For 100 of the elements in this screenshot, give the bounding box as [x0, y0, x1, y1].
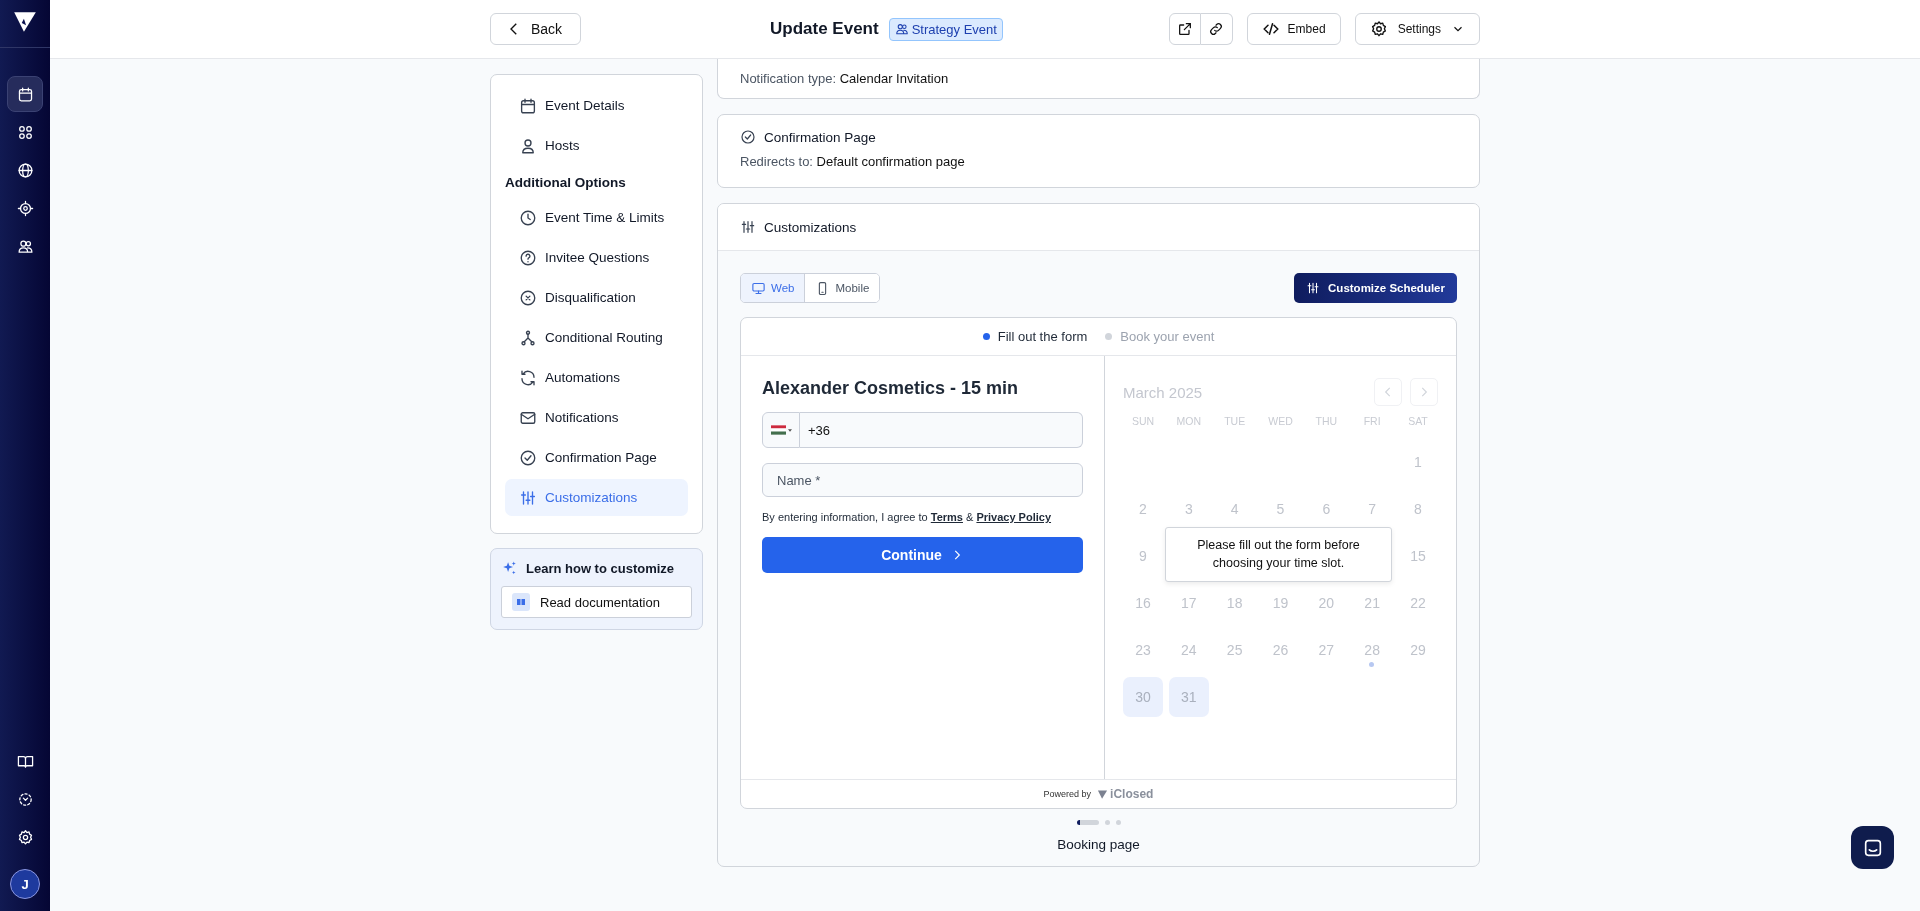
calendar-day: 1: [1397, 442, 1438, 482]
step-label: Book your event: [1120, 329, 1215, 344]
menu-item[interactable]: Notifications: [505, 399, 688, 436]
section-heading: Additional Options: [505, 174, 627, 192]
scan-icon: [16, 790, 34, 808]
consent-text: By entering information, I agree to Terms & Privacy Policy: [762, 511, 1053, 523]
sliders-icon: [1306, 281, 1321, 295]
calendar-day: 15: [1397, 536, 1438, 576]
flag-icon: [770, 425, 786, 435]
carousel-dot[interactable]: [1115, 820, 1121, 825]
chat-button[interactable]: [1851, 826, 1894, 869]
device-tab[interactable]: Mobile: [804, 274, 880, 302]
step-label: Fill out the form: [997, 329, 1088, 344]
card-title: Confirmation Page: [764, 129, 876, 145]
powered-by-text: Powered by: [1043, 789, 1092, 799]
settings-icon: [1369, 20, 1388, 38]
calendar-day: 26: [1260, 630, 1301, 670]
event-title: Alexander Cosmetics - 15 min: [762, 378, 1020, 399]
xcircle-icon: [519, 288, 537, 307]
page-title: Update Event: [770, 19, 879, 39]
help-title: Learn how to customize: [526, 561, 675, 576]
menu-item[interactable]: Customizations: [505, 479, 688, 516]
target-icon: [16, 199, 34, 217]
calendar-day: 16: [1123, 583, 1163, 623]
monitor-icon: [751, 280, 766, 296]
menu-item[interactable]: Automations: [505, 359, 688, 396]
code-icon: [1261, 20, 1280, 38]
calendar-day: 28: [1352, 630, 1393, 670]
calendar-day: 20: [1306, 583, 1347, 623]
calendar-day: 27: [1306, 630, 1347, 670]
calendar-day: 21: [1352, 583, 1393, 623]
embed-button[interactable]: Embed: [1246, 13, 1341, 45]
menu-item[interactable]: Confirmation Page: [505, 439, 688, 476]
check-circle-icon: [740, 129, 756, 145]
menu-item[interactable]: Conditional Routing: [505, 319, 688, 356]
dropdown-arrow-icon: [787, 428, 792, 432]
carousel-dot[interactable]: [1104, 820, 1110, 825]
calendar-day: 24: [1168, 630, 1209, 670]
refresh-icon: [519, 368, 537, 387]
sliders-icon: [740, 219, 756, 235]
device-tab[interactable]: Web: [741, 274, 805, 302]
read-documentation-button[interactable]: Read documentation: [501, 586, 692, 618]
tooltip: Please fill out the form before choosing your time slot.: [1165, 527, 1392, 582]
event-type-tag: Strategy Event: [888, 17, 1003, 41]
calendar-day: 9: [1123, 536, 1163, 576]
calendar-day: 3: [1168, 489, 1209, 529]
redirect-text: Redirects to: Default confirmation page: [740, 154, 966, 169]
calendar-day: 2: [1123, 489, 1163, 529]
routing-icon: [519, 328, 537, 347]
menu-item[interactable]: Disqualification: [505, 279, 688, 316]
calendar-day: 6: [1306, 489, 1347, 529]
back-button[interactable]: Back: [490, 13, 582, 45]
copy-link-button[interactable]: [1200, 13, 1233, 45]
calendar-day: 19: [1260, 583, 1301, 623]
check-icon: [519, 448, 537, 467]
question-icon: [519, 248, 537, 267]
brand-name: iClosed: [1110, 787, 1154, 801]
card-title: Customizations: [764, 219, 857, 235]
calendar-day: 29: [1397, 630, 1438, 670]
calendar-day: 4: [1214, 489, 1255, 529]
calendar-day: 18: [1214, 583, 1255, 623]
brand-logo-icon: [1097, 788, 1109, 800]
customize-scheduler-button[interactable]: Customize Scheduler: [1294, 273, 1457, 303]
link-icon: [1208, 21, 1225, 37]
open-external-button[interactable]: [1168, 13, 1201, 45]
users-icon: [894, 22, 909, 36]
phone-field[interactable]: +36: [800, 412, 1083, 448]
clock-icon: [519, 208, 537, 227]
settings-button[interactable]: Settings: [1354, 13, 1480, 45]
grid-icon: [16, 123, 34, 141]
calendar-day: 8: [1397, 489, 1438, 529]
calendar-day: 5: [1260, 489, 1301, 529]
menu-item[interactable]: Hosts: [505, 127, 688, 164]
calendar-day: 23: [1123, 630, 1163, 670]
book-icon: [512, 593, 530, 611]
menu-item[interactable]: Event Details: [505, 87, 688, 124]
name-field[interactable]: Name *: [762, 463, 1083, 497]
continue-button[interactable]: Continue: [762, 537, 1083, 573]
calendar-day: 17: [1168, 583, 1209, 623]
sliders-icon: [519, 488, 537, 507]
external-link-icon: [1176, 21, 1193, 37]
country-select[interactable]: [762, 412, 800, 448]
calendar-icon: [16, 85, 34, 103]
privacy-policy-link[interactable]: Privacy Policy: [976, 511, 1052, 523]
menu-item[interactable]: Invitee Questions: [505, 239, 688, 276]
menu-item[interactable]: Event Time & Limits: [505, 199, 688, 236]
terms-link[interactable]: Terms: [930, 511, 963, 523]
notification-type-text: Notification type: Calendar Invitation: [740, 71, 950, 86]
preview-caption: Booking page: [1056, 837, 1141, 852]
calendar-day: 7: [1352, 489, 1393, 529]
calendar-day: 25: [1214, 630, 1255, 670]
sparkle-icon: [501, 560, 518, 577]
gear-icon: [16, 828, 34, 846]
nav-button[interactable]: [7, 76, 43, 112]
month-label: March 2025: [1123, 383, 1203, 401]
calendar-day: 22: [1397, 583, 1438, 623]
calendar-icon: [519, 96, 537, 115]
user-icon: [519, 136, 537, 155]
globe-icon: [16, 161, 34, 179]
user-avatar[interactable]: J: [10, 869, 40, 899]
